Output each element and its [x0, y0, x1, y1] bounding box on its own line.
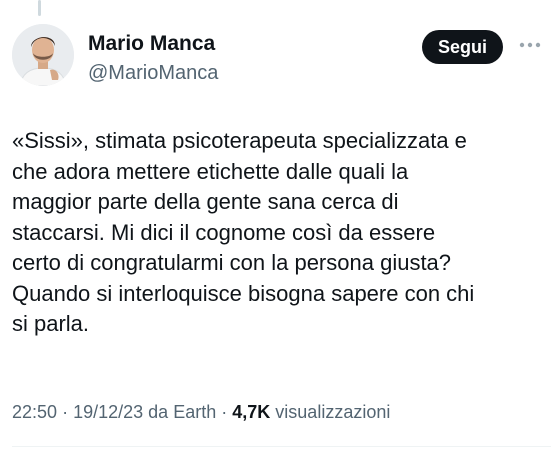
views-label: visualizzazioni: [275, 402, 391, 422]
divider: [12, 446, 551, 447]
user-handle[interactable]: @MarioManca: [88, 60, 218, 86]
tweet-header: Mario Manca @MarioManca Segui: [12, 24, 542, 88]
thread-connector-line: [38, 0, 41, 16]
meta-separator: ·: [221, 402, 228, 422]
meta-separator: ·: [62, 402, 69, 422]
follow-button[interactable]: Segui: [422, 30, 504, 64]
display-name[interactable]: Mario Manca: [88, 32, 218, 56]
tweet-body-text: «Sissi», stimata psicoterapeuta speciali…: [12, 128, 475, 336]
tweet-metadata: 22:50 · 19/12/23 da Earth · 4,7K visuali…: [12, 400, 390, 424]
author-names: Mario Manca @MarioManca: [88, 32, 218, 86]
profile-photo-icon: [12, 24, 74, 86]
tweet-source: da Earth: [148, 402, 217, 422]
more-dots-icon[interactable]: [518, 38, 542, 52]
avatar[interactable]: [12, 24, 74, 86]
tweet-date[interactable]: 19/12/23: [73, 402, 143, 422]
views-count[interactable]: 4,7K: [232, 402, 270, 422]
tweet-time[interactable]: 22:50: [12, 402, 57, 422]
